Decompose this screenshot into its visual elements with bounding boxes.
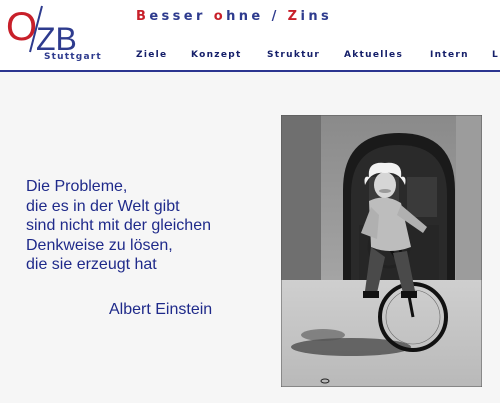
- quote-line: Denkweise zu lösen,: [26, 236, 173, 254]
- tagline-slash: /: [271, 9, 288, 24]
- quote-line: die sie erzeugt hat: [26, 256, 157, 273]
- tagline-initial-b: B: [136, 9, 150, 24]
- site-header: O ZB Stuttgart Besser ohne / Zins Ziele …: [0, 0, 500, 72]
- nav-item-struktur[interactable]: Struktur: [267, 50, 320, 60]
- tagline-word-besser: esser: [149, 9, 214, 24]
- nav-item-l[interactable]: L: [492, 50, 499, 60]
- tagline-word-zins: ins: [300, 9, 333, 24]
- main-nav: Ziele Konzept Struktur Aktuelles Intern …: [0, 50, 500, 66]
- nav-item-aktuelles[interactable]: Aktuelles: [344, 50, 403, 60]
- tagline-word-ohne: hne: [226, 9, 272, 24]
- quote-author: Albert Einstein: [109, 301, 213, 318]
- tagline-initial-z: Z: [287, 9, 301, 24]
- nav-item-konzept[interactable]: Konzept: [191, 50, 242, 60]
- nav-item-ziele[interactable]: Ziele: [136, 50, 167, 60]
- quote-line: Die Probleme,: [26, 178, 128, 195]
- einstein-quote: Die Probleme, die es in der Welt gibt si…: [26, 177, 211, 275]
- quote-line: sind nicht mit der gleichen: [26, 217, 211, 234]
- header-divider: [0, 70, 500, 72]
- photo-illustration: [281, 115, 482, 387]
- tagline-initial-o: o: [213, 9, 227, 24]
- tagline: Besser ohne / Zins: [136, 9, 332, 24]
- quote-line: die es in der Welt gibt: [26, 197, 180, 215]
- einstein-bicycle-photo: [281, 115, 482, 387]
- nav-item-intern[interactable]: Intern: [430, 50, 469, 60]
